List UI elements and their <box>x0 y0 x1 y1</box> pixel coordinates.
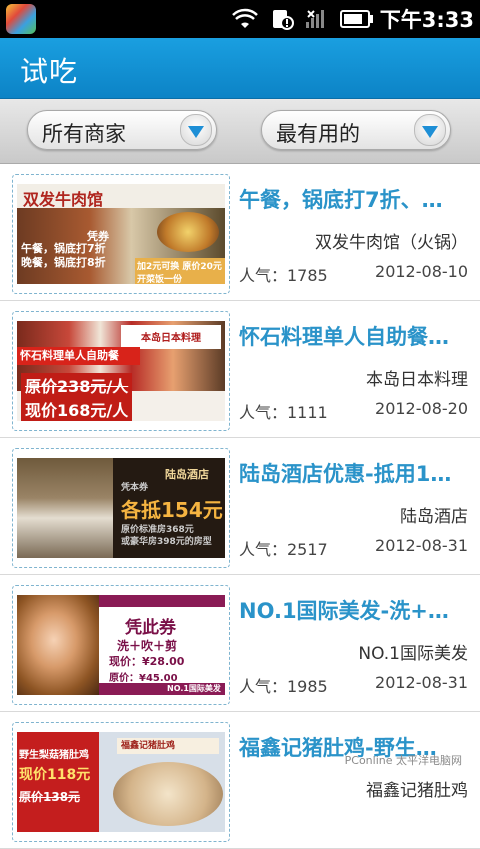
chevron-down-icon[interactable] <box>414 114 446 146</box>
thumb-dish-name: 野生梨菇猪肚鸡 <box>19 750 89 761</box>
deal-image: 凭此券 洗＋吹＋剪 现价：¥28.00 原价：¥45.00 NO.1国际美发 <box>17 595 225 695</box>
popularity: 人气：1985 <box>239 677 328 696</box>
battery-icon <box>339 10 373 28</box>
filter-bar: 所有商家 最有用的 <box>0 99 480 164</box>
thumb-logo: 福鑫记猪肚鸡 <box>117 738 219 754</box>
merchant-name: NO.1国际美发 <box>358 644 468 664</box>
signal-icon <box>305 10 324 28</box>
deal-image: 双发牛肉馆 凭券 午餐，锅底打7折 晚餐，锅底打8折 加2元可换 原价20元开菜… <box>17 184 225 284</box>
list-item[interactable]: 本岛日本料理 怀石料理单人自助餐 原价238元/人 现价168元/人 怀石料理单… <box>0 301 480 438</box>
deal-list[interactable]: 双发牛肉馆 凭券 午餐，锅底打7折 晚餐，锅底打8折 加2元可换 原价20元开菜… <box>0 164 480 849</box>
deal-thumbnail[interactable]: 凭此券 洗＋吹＋剪 现价：¥28.00 原价：¥45.00 NO.1国际美发 <box>12 585 230 705</box>
page-title: 试吃 <box>20 55 79 88</box>
thumb-current-price: 现价118元 <box>19 767 91 783</box>
deal-thumbnail[interactable]: 陆岛酒店 凭本券 各抵154元 原价标准房368元 或豪华房398元的房型 <box>12 448 230 568</box>
thumb-voucher-label: 凭本券 <box>121 483 149 493</box>
deal-date: 2012-08-31 <box>375 673 468 692</box>
sort-dropdown[interactable]: 最有用的 <box>261 110 451 150</box>
merchant-filter-dropdown[interactable]: 所有商家 <box>27 110 217 150</box>
popularity: 人气：2517 <box>239 540 328 559</box>
merchant-name: 双发牛肉馆（火锅） <box>315 233 468 253</box>
deal-title[interactable]: NO.1国际美发-洗+… <box>239 595 469 625</box>
thumb-coupon: 凭此券 <box>125 618 176 638</box>
thumb-banner: 怀石料理单人自助餐 <box>17 347 140 365</box>
chevron-down-icon[interactable] <box>180 114 212 146</box>
dish-image <box>113 762 223 826</box>
dish-image <box>157 212 219 252</box>
merchant-name: 福鑫记猪肚鸡 <box>366 781 468 801</box>
thumb-services: 洗＋吹＋剪 <box>117 639 178 653</box>
sort-label: 最有用的 <box>276 122 360 146</box>
deal-date: 2012-08-31 <box>375 536 468 555</box>
model-image <box>17 595 99 695</box>
status-time: 下午3:33 <box>379 8 474 32</box>
list-item[interactable]: 凭此券 洗＋吹＋剪 现价：¥28.00 原价：¥45.00 NO.1国际美发 N… <box>0 575 480 712</box>
thumb-offer: 午餐，锅底打7折 晚餐，锅底打8折 <box>21 242 106 270</box>
deal-image: 陆岛酒店 凭本券 各抵154元 原价标准房368元 或豪华房398元的房型 <box>17 458 225 558</box>
deal-title[interactable]: 怀石料理单人自助餐… <box>239 321 469 351</box>
thumb-original-price: 原价138元 <box>19 790 81 804</box>
merchant-name: 本岛日本料理 <box>366 370 468 390</box>
watermark: PConline 太平洋电脑网 <box>344 754 462 767</box>
thumb-hotel: 陆岛酒店 <box>165 468 209 481</box>
thumb-brand: NO.1国际美发 <box>167 684 221 693</box>
app-icon[interactable] <box>6 4 36 34</box>
thumb-logo: 本岛日本料理 <box>121 325 221 349</box>
thumb-fine-print: 原价标准房368元 或豪华房398元的房型 <box>121 524 212 548</box>
list-item[interactable]: 陆岛酒店 凭本券 各抵154元 原价标准房368元 或豪华房398元的房型 陆岛… <box>0 438 480 575</box>
list-item[interactable]: 野生梨菇猪肚鸡 现价118元 原价138元 福鑫记猪肚鸡 福鑫记猪肚鸡-野生… … <box>0 712 480 849</box>
deal-thumbnail[interactable]: 本岛日本料理 怀石料理单人自助餐 原价238元/人 现价168元/人 <box>12 311 230 431</box>
thumb-strip <box>99 595 225 607</box>
thumb-current-price: 现价168元/人 <box>21 397 133 421</box>
thumb-fine-line: 或豪华房398元的房型 <box>121 537 212 547</box>
deal-title[interactable]: 午餐，锅底打7折、… <box>239 184 469 214</box>
room-image <box>17 458 113 558</box>
deal-date: 2012-08-10 <box>375 262 468 281</box>
merchant-name: 陆岛酒店 <box>400 507 468 527</box>
deal-date: 2012-08-20 <box>375 399 468 418</box>
thumb-offer-line: 午餐，锅底打7折 <box>21 242 106 255</box>
popularity: 人气：1111 <box>239 403 328 422</box>
deal-thumbnail[interactable]: 双发牛肉馆 凭券 午餐，锅底打7折 晚餐，锅底打8折 加2元可换 原价20元开菜… <box>12 174 230 294</box>
thumb-fine-line: 原价标准房368元 <box>121 525 194 535</box>
thumb-current-price: 现价：¥28.00 <box>109 655 185 668</box>
thumb-offer-line: 晚餐，锅底打8折 <box>21 256 106 269</box>
notification-icon <box>272 10 294 30</box>
deal-thumbnail[interactable]: 野生梨菇猪肚鸡 现价118元 原价138元 福鑫记猪肚鸡 <box>12 722 230 842</box>
thumb-original-price: 原价238元/人 <box>21 373 133 397</box>
thumb-note: 加2元可换 原价20元开菜饭一份 <box>135 258 225 284</box>
title-bar: 试吃 <box>0 38 480 99</box>
thumb-sign: 双发牛肉馆 <box>23 190 104 209</box>
thumb-original-price: 原价：¥45.00 <box>109 673 178 684</box>
popularity: 人气：1785 <box>239 266 328 285</box>
status-bar: 下午3:33 <box>0 0 480 38</box>
list-item[interactable]: 双发牛肉馆 凭券 午餐，锅底打7折 晚餐，锅底打8折 加2元可换 原价20元开菜… <box>0 164 480 301</box>
deal-image: 野生梨菇猪肚鸡 现价118元 原价138元 福鑫记猪肚鸡 <box>17 732 225 832</box>
wifi-icon <box>231 8 258 28</box>
deal-image: 本岛日本料理 怀石料理单人自助餐 原价238元/人 现价168元/人 <box>17 321 225 421</box>
merchant-filter-label: 所有商家 <box>42 122 126 146</box>
thumb-deduct: 各抵154元 <box>121 498 223 522</box>
deal-title[interactable]: 陆岛酒店优惠-抵用1… <box>239 458 469 488</box>
